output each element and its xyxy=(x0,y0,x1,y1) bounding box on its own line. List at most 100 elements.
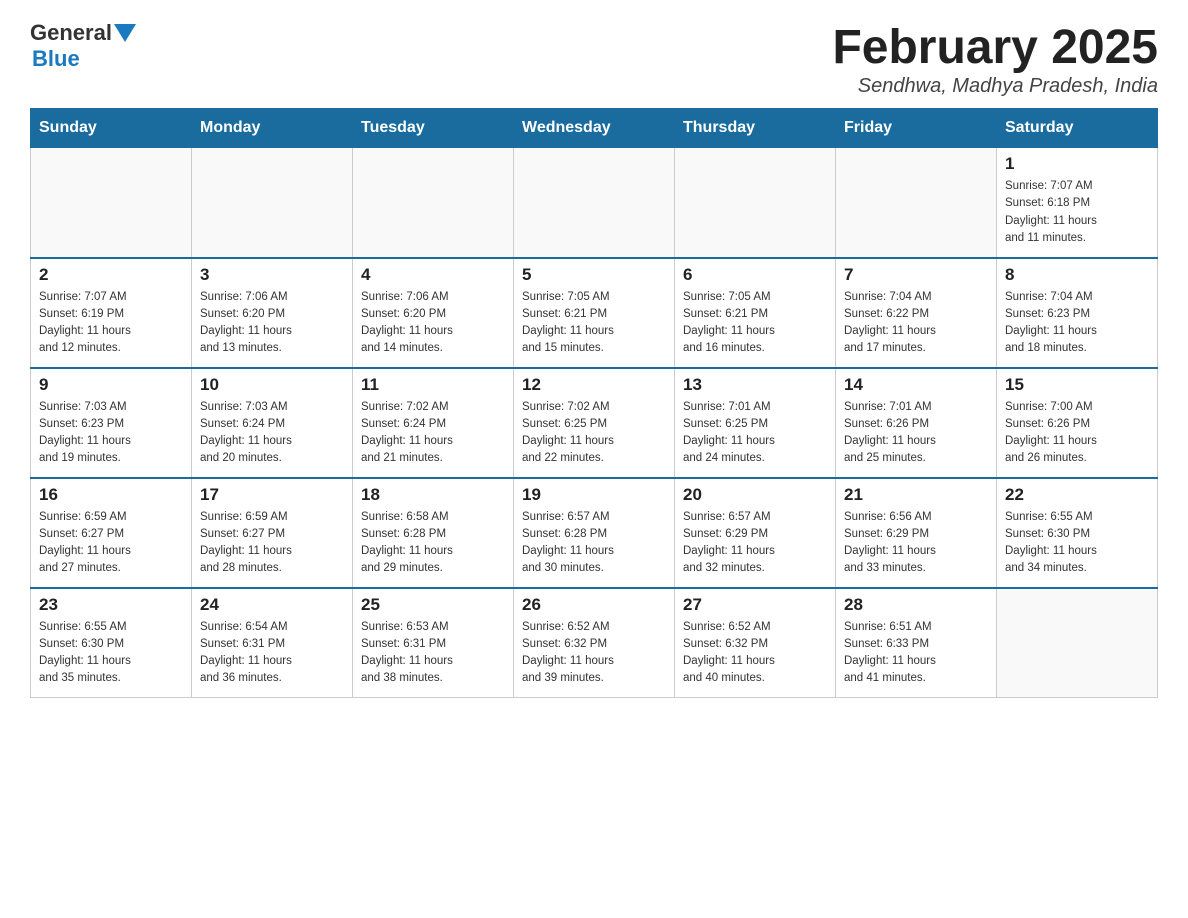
calendar-day-cell: 23 Sunrise: 6:55 AMSunset: 6:30 PMDayligh… xyxy=(31,588,192,698)
calendar-week-row: 16 Sunrise: 6:59 AMSunset: 6:27 PMDayligh… xyxy=(31,478,1158,588)
calendar-day-cell: 27 Sunrise: 6:52 AMSunset: 6:32 PMDayligh… xyxy=(675,588,836,698)
day-number: 1 xyxy=(1005,154,1149,174)
calendar-day-cell xyxy=(997,588,1158,698)
calendar-week-row: 9Sunrise: 7:03 AMSunset: 6:23 PMDaylight… xyxy=(31,368,1158,478)
day-number: 21 xyxy=(844,485,988,505)
day-info: Sunrise: 6:58 AMSunset: 6:28 PMDaylight:… xyxy=(361,509,505,578)
weekday-header-thursday: Thursday xyxy=(675,109,836,148)
day-info: Sunrise: 7:07 AMSunset: 6:18 PMDaylight:… xyxy=(1005,178,1149,247)
day-info: Sunrise: 6:56 AMSunset: 6:29 PMDaylight:… xyxy=(844,509,988,578)
weekday-header-tuesday: Tuesday xyxy=(353,109,514,148)
day-number: 2 xyxy=(39,265,183,285)
day-number: 12 xyxy=(522,375,666,395)
weekday-header-monday: Monday xyxy=(192,109,353,148)
calendar-day-cell xyxy=(836,148,997,258)
day-info: Sunrise: 6:52 AMSunset: 6:32 PMDaylight:… xyxy=(683,619,827,688)
day-info: Sunrise: 6:59 AMSunset: 6:27 PMDaylight:… xyxy=(200,509,344,578)
calendar-day-cell: 28 Sunrise: 6:51 AMSunset: 6:33 PMDayligh… xyxy=(836,588,997,698)
day-number: 23 xyxy=(39,595,183,615)
calendar-day-cell xyxy=(353,148,514,258)
day-number: 15 xyxy=(1005,375,1149,395)
calendar-day-cell: 25Sunrise: 6:53 AMSunset: 6:31 PMDayligh… xyxy=(353,588,514,698)
weekday-header-row: SundayMondayTuesdayWednesdayThursdayFrid… xyxy=(31,109,1158,148)
day-info: Sunrise: 6:52 AMSunset: 6:32 PMDaylight:… xyxy=(522,619,666,688)
day-number: 7 xyxy=(844,265,988,285)
day-number: 16 xyxy=(39,485,183,505)
day-info: Sunrise: 7:05 AMSunset: 6:21 PMDaylight:… xyxy=(522,289,666,358)
calendar-day-cell: 3 Sunrise: 7:06 AMSunset: 6:20 PMDaylight… xyxy=(192,258,353,368)
day-number: 20 xyxy=(683,485,827,505)
day-info: Sunrise: 6:53 AMSunset: 6:31 PMDaylight:… xyxy=(361,619,505,688)
day-number: 13 xyxy=(683,375,827,395)
calendar-day-cell: 8 Sunrise: 7:04 AMSunset: 6:23 PMDaylight… xyxy=(997,258,1158,368)
calendar-table: SundayMondayTuesdayWednesdayThursdayFrid… xyxy=(30,108,1158,698)
calendar-day-cell: 21 Sunrise: 6:56 AMSunset: 6:29 PMDayligh… xyxy=(836,478,997,588)
calendar-title: February 2025 xyxy=(832,20,1158,75)
day-info: Sunrise: 6:57 AMSunset: 6:28 PMDaylight:… xyxy=(522,509,666,578)
day-number: 17 xyxy=(200,485,344,505)
calendar-day-cell: 12 Sunrise: 7:02 AMSunset: 6:25 PMDayligh… xyxy=(514,368,675,478)
logo-text-blue: Blue xyxy=(32,46,80,72)
day-number: 24 xyxy=(200,595,344,615)
calendar-day-cell: 20 Sunrise: 6:57 AMSunset: 6:29 PMDayligh… xyxy=(675,478,836,588)
day-info: Sunrise: 7:00 AMSunset: 6:26 PMDaylight:… xyxy=(1005,399,1149,468)
day-info: Sunrise: 6:57 AMSunset: 6:29 PMDaylight:… xyxy=(683,509,827,578)
logo-triangle-icon xyxy=(114,24,136,42)
calendar-day-cell xyxy=(675,148,836,258)
calendar-day-cell: 22 Sunrise: 6:55 AMSunset: 6:30 PMDayligh… xyxy=(997,478,1158,588)
calendar-day-cell: 4 Sunrise: 7:06 AMSunset: 6:20 PMDaylight… xyxy=(353,258,514,368)
day-info: Sunrise: 6:55 AMSunset: 6:30 PMDaylight:… xyxy=(1005,509,1149,578)
day-info: Sunrise: 7:03 AMSunset: 6:24 PMDaylight:… xyxy=(200,399,344,468)
calendar-day-cell: 18 Sunrise: 6:58 AMSunset: 6:28 PMDayligh… xyxy=(353,478,514,588)
day-info: Sunrise: 7:06 AMSunset: 6:20 PMDaylight:… xyxy=(361,289,505,358)
calendar-day-cell xyxy=(31,148,192,258)
calendar-day-cell: 5Sunrise: 7:05 AMSunset: 6:21 PMDaylight… xyxy=(514,258,675,368)
day-info: Sunrise: 7:02 AMSunset: 6:25 PMDaylight:… xyxy=(522,399,666,468)
calendar-day-cell: 13 Sunrise: 7:01 AMSunset: 6:25 PMDayligh… xyxy=(675,368,836,478)
weekday-header-sunday: Sunday xyxy=(31,109,192,148)
day-number: 4 xyxy=(361,265,505,285)
calendar-day-cell: 2 Sunrise: 7:07 AMSunset: 6:19 PMDaylight… xyxy=(31,258,192,368)
day-info: Sunrise: 7:03 AMSunset: 6:23 PMDaylight:… xyxy=(39,399,183,468)
calendar-week-row: 1 Sunrise: 7:07 AMSunset: 6:18 PMDaylight… xyxy=(31,148,1158,258)
calendar-day-cell: 14 Sunrise: 7:01 AMSunset: 6:26 PMDayligh… xyxy=(836,368,997,478)
calendar-day-cell: 9Sunrise: 7:03 AMSunset: 6:23 PMDaylight… xyxy=(31,368,192,478)
weekday-header-friday: Friday xyxy=(836,109,997,148)
day-number: 22 xyxy=(1005,485,1149,505)
day-info: Sunrise: 7:05 AMSunset: 6:21 PMDaylight:… xyxy=(683,289,827,358)
day-info: Sunrise: 7:01 AMSunset: 6:26 PMDaylight:… xyxy=(844,399,988,468)
day-number: 3 xyxy=(200,265,344,285)
calendar-week-row: 2 Sunrise: 7:07 AMSunset: 6:19 PMDaylight… xyxy=(31,258,1158,368)
day-number: 28 xyxy=(844,595,988,615)
calendar-day-cell: 16 Sunrise: 6:59 AMSunset: 6:27 PMDayligh… xyxy=(31,478,192,588)
day-info: Sunrise: 7:07 AMSunset: 6:19 PMDaylight:… xyxy=(39,289,183,358)
logo: General Blue xyxy=(30,20,136,72)
calendar-day-cell: 7 Sunrise: 7:04 AMSunset: 6:22 PMDaylight… xyxy=(836,258,997,368)
day-number: 27 xyxy=(683,595,827,615)
calendar-day-cell: 26Sunrise: 6:52 AMSunset: 6:32 PMDayligh… xyxy=(514,588,675,698)
calendar-day-cell: 19 Sunrise: 6:57 AMSunset: 6:28 PMDayligh… xyxy=(514,478,675,588)
day-info: Sunrise: 6:55 AMSunset: 6:30 PMDaylight:… xyxy=(39,619,183,688)
day-info: Sunrise: 6:59 AMSunset: 6:27 PMDaylight:… xyxy=(39,509,183,578)
title-section: February 2025 Sendhwa, Madhya Pradesh, I… xyxy=(832,20,1158,98)
day-number: 18 xyxy=(361,485,505,505)
calendar-day-cell: 10Sunrise: 7:03 AMSunset: 6:24 PMDayligh… xyxy=(192,368,353,478)
day-info: Sunrise: 6:51 AMSunset: 6:33 PMDaylight:… xyxy=(844,619,988,688)
day-number: 8 xyxy=(1005,265,1149,285)
day-info: Sunrise: 7:04 AMSunset: 6:22 PMDaylight:… xyxy=(844,289,988,358)
calendar-day-cell: 24 Sunrise: 6:54 AMSunset: 6:31 PMDayligh… xyxy=(192,588,353,698)
day-number: 19 xyxy=(522,485,666,505)
calendar-day-cell: 1 Sunrise: 7:07 AMSunset: 6:18 PMDaylight… xyxy=(997,148,1158,258)
day-number: 14 xyxy=(844,375,988,395)
day-info: Sunrise: 7:06 AMSunset: 6:20 PMDaylight:… xyxy=(200,289,344,358)
calendar-day-cell: 15 Sunrise: 7:00 AMSunset: 6:26 PMDayligh… xyxy=(997,368,1158,478)
day-number: 11 xyxy=(361,375,505,395)
calendar-day-cell: 17 Sunrise: 6:59 AMSunset: 6:27 PMDayligh… xyxy=(192,478,353,588)
day-info: Sunrise: 6:54 AMSunset: 6:31 PMDaylight:… xyxy=(200,619,344,688)
day-info: Sunrise: 7:04 AMSunset: 6:23 PMDaylight:… xyxy=(1005,289,1149,358)
day-number: 6 xyxy=(683,265,827,285)
calendar-day-cell: 11Sunrise: 7:02 AMSunset: 6:24 PMDayligh… xyxy=(353,368,514,478)
day-info: Sunrise: 7:01 AMSunset: 6:25 PMDaylight:… xyxy=(683,399,827,468)
weekday-header-wednesday: Wednesday xyxy=(514,109,675,148)
calendar-day-cell xyxy=(514,148,675,258)
